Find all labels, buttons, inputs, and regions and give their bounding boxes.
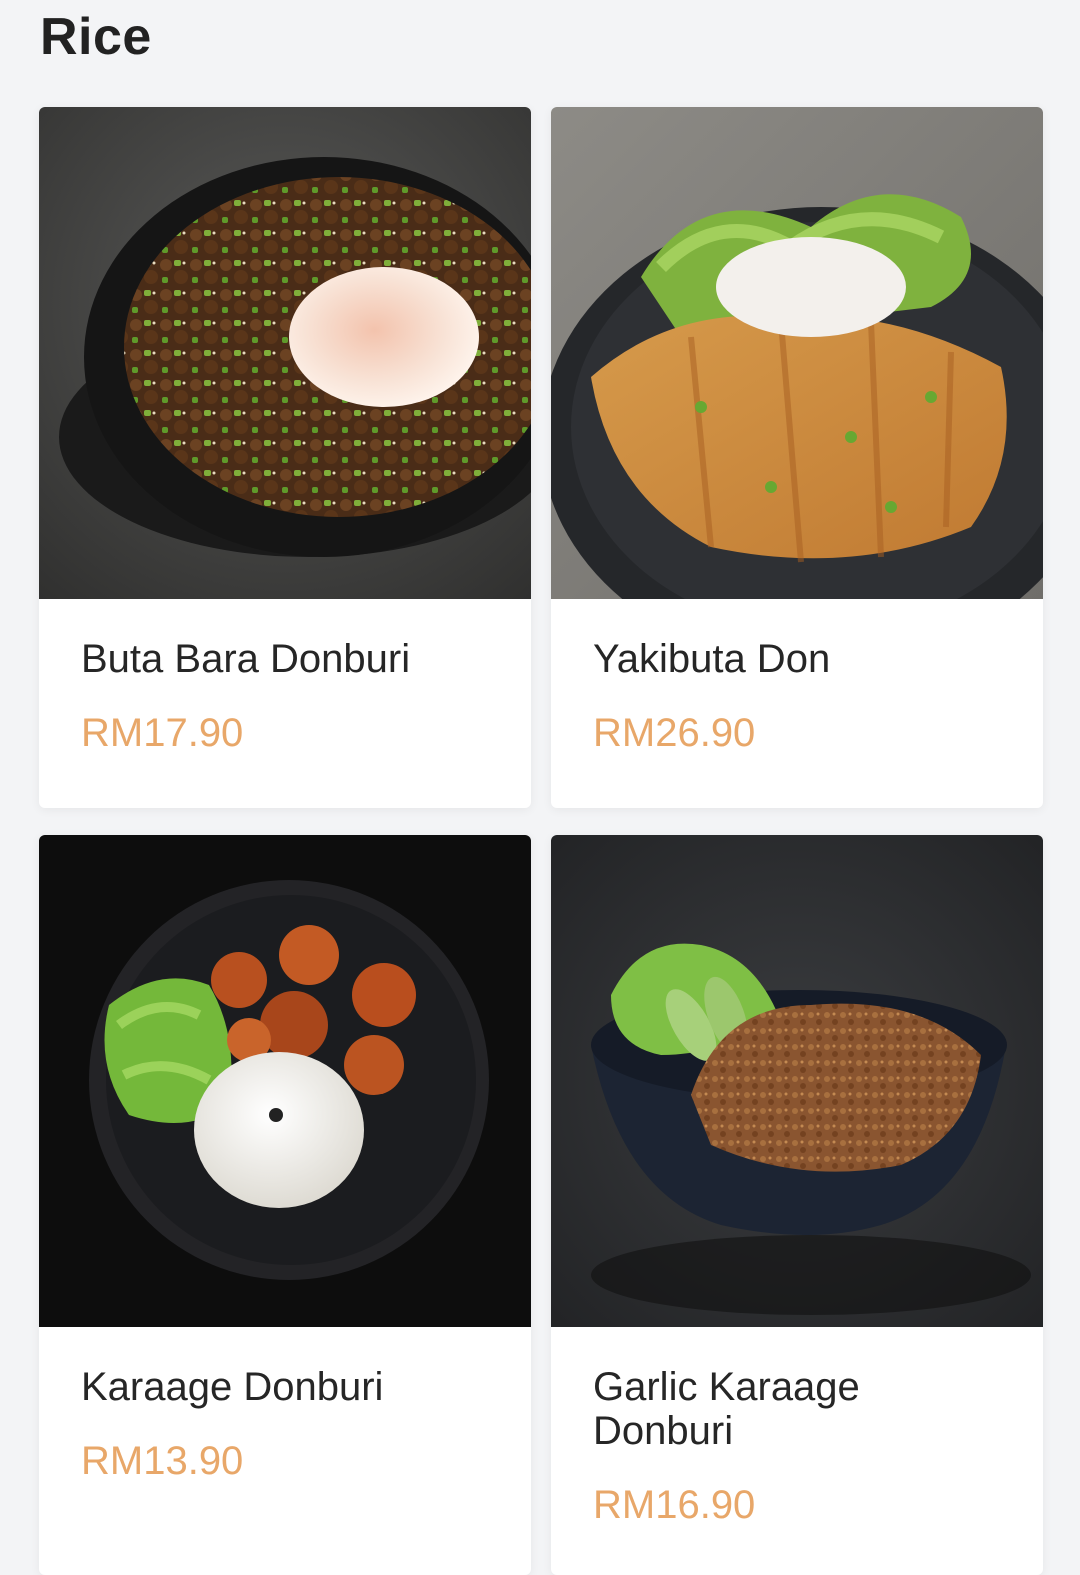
menu-item-card[interactable]: Yakibuta Don RM26.90: [551, 107, 1043, 808]
section-title: Rice: [40, 8, 152, 66]
item-name: Garlic Karaage Donburi: [593, 1365, 860, 1453]
menu-item-card[interactable]: Garlic Karaage Donburi RM16.90: [551, 835, 1043, 1575]
garlic-karaage-bowl-photo: [551, 835, 1043, 1327]
item-price: RM17.90: [81, 711, 244, 755]
yakibuta-don-photo: [551, 107, 1043, 599]
karaage-rice-photo: [39, 835, 531, 1327]
item-name: Karaage Donburi: [81, 1365, 384, 1409]
item-price: RM13.90: [81, 1439, 244, 1483]
item-price: RM26.90: [593, 711, 756, 755]
pork-donburi-egg-photo: [39, 107, 531, 599]
menu-item-card[interactable]: Buta Bara Donburi RM17.90: [39, 107, 531, 808]
menu-item-card[interactable]: Karaage Donburi RM13.90: [39, 835, 531, 1575]
item-name: Yakibuta Don: [593, 637, 831, 681]
item-price: RM16.90: [593, 1483, 756, 1527]
item-name: Buta Bara Donburi: [81, 637, 411, 681]
